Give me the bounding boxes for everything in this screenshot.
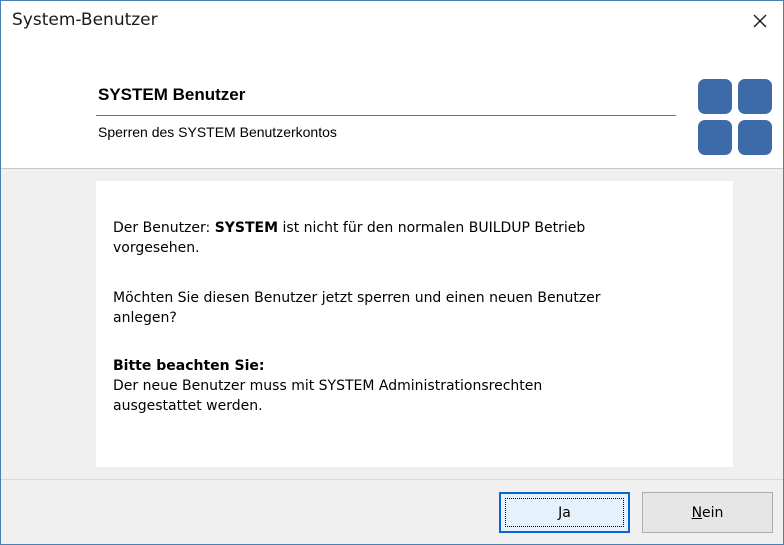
no-button-label: Nein: [691, 504, 724, 521]
message-paragraph-1: Der Benutzer: SYSTEM ist nicht für den n…: [113, 218, 713, 258]
focus-ring: [505, 498, 624, 527]
close-button[interactable]: [737, 1, 783, 41]
title-bar: System-Benutzer: [1, 1, 783, 41]
yes-button[interactable]: Ja: [499, 492, 630, 533]
user-name: SYSTEM: [214, 220, 279, 236]
close-icon: [753, 14, 767, 28]
message-paragraph-2: Möchten Sie diesen Benutzer jetzt sperre…: [113, 288, 713, 328]
message-text: Der Benutzer:: [113, 220, 215, 236]
dialog-window: System-Benutzer SYSTEM Benutzer Sperren …: [0, 0, 784, 545]
dialog-header: SYSTEM Benutzer Sperren des SYSTEM Benut…: [1, 41, 783, 169]
message-panel: Der Benutzer: SYSTEM ist nicht für den n…: [96, 181, 733, 467]
header-divider: [96, 115, 676, 116]
message-text: ausgestattet werden.: [113, 398, 263, 414]
no-button[interactable]: Nein: [642, 492, 773, 533]
four-squares-logo-icon: [698, 79, 772, 155]
footer-divider: [1, 479, 783, 480]
window-title: System-Benutzer: [12, 10, 158, 30]
message-text: ist nicht für den normalen BUILDUP Betri…: [278, 220, 586, 236]
message-text: Der neue Benutzer muss mit SYSTEM Admini…: [113, 378, 543, 394]
header-title: SYSTEM Benutzer: [98, 85, 246, 104]
header-subtitle: Sperren des SYSTEM Benutzerkontos: [98, 124, 337, 140]
message-text: Möchten Sie diesen Benutzer jetzt sperre…: [113, 290, 601, 306]
note-block: Bitte beachten Sie: Der neue Benutzer mu…: [113, 356, 713, 416]
note-heading: Bitte beachten Sie:: [113, 358, 265, 374]
message-text: vorgesehen.: [113, 240, 200, 256]
message-text: anlegen?: [113, 310, 177, 326]
